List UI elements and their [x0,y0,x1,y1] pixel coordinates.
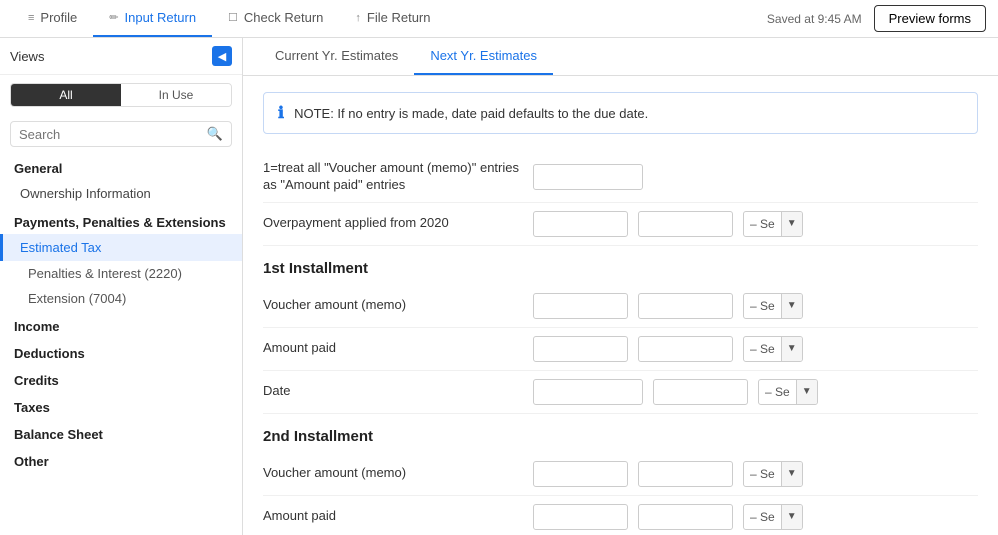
sidebar-item-deductions[interactable]: Deductions [0,338,242,365]
note-text: NOTE: If no entry is made, date paid def… [294,106,648,121]
sidebar-item-ownership[interactable]: Ownership Information [0,180,242,207]
content-area: ℹ NOTE: If no entry is made, date paid d… [243,76,998,535]
voucher-amount-1-row: Voucher amount (memo) – Se ▼ [263,285,978,328]
amount-paid-2-row: Amount paid – Se ▼ [263,496,978,535]
layout: Views ◀ All In Use 🔍 General Ownership I… [0,38,998,535]
search-icon: 🔍 [207,126,223,142]
sidebar-item-penalties[interactable]: Penalties & Interest (2220) [0,261,242,286]
sidebar-nav: General Ownership Information Payments, … [0,153,242,535]
tab-next-estimates[interactable]: Next Yr. Estimates [414,38,553,75]
view-all-button[interactable]: All [11,84,121,106]
voucher-amount-2-se-arrow[interactable]: ▼ [782,462,802,486]
view-toggle: All In Use [10,83,232,107]
voucher-amount-1-se-dropdown[interactable]: – Se ▼ [743,293,803,319]
edit-icon: ✏ [109,11,118,24]
voucher-amount-1-se-label: – Se [744,294,782,318]
search-box: 🔍 [10,121,232,147]
tab-profile[interactable]: ≡ Profile [12,0,93,37]
voucher-amount-2-se-dropdown[interactable]: – Se ▼ [743,461,803,487]
voucher-treat-input[interactable] [533,164,643,190]
amount-paid-1-input-1[interactable] [533,336,628,362]
collapse-icon: ◀ [218,50,226,63]
tab-current-estimates[interactable]: Current Yr. Estimates [259,38,414,75]
sidebar-item-taxes[interactable]: Taxes [0,392,242,419]
date-1-label: Date [263,383,523,400]
voucher-amount-2-label: Voucher amount (memo) [263,465,523,482]
sidebar-header: Views ◀ [0,38,242,75]
note-box: ℹ NOTE: If no entry is made, date paid d… [263,92,978,134]
voucher-amount-2-input-2[interactable] [638,461,733,487]
content-tab-bar: Current Yr. Estimates Next Yr. Estimates [243,38,998,76]
amount-paid-1-input-2[interactable] [638,336,733,362]
sidebar-item-other[interactable]: Other [0,446,242,473]
overpayment-se-dropdown[interactable]: – Se ▼ [743,211,803,237]
voucher-treat-row: 1=treat all "Voucher amount (memo)" entr… [263,152,978,203]
sidebar-item-estimated-tax[interactable]: Estimated Tax [0,234,242,261]
main-content: Current Yr. Estimates Next Yr. Estimates… [243,38,998,535]
sidebar-item-credits[interactable]: Credits [0,365,242,392]
sidebar-item-income[interactable]: Income [0,311,242,338]
tab-file-return[interactable]: ↑ File Return [339,0,446,37]
amount-paid-1-se-label: – Se [744,337,782,361]
amount-paid-2-se-label: – Se [744,505,782,529]
amount-paid-2-input-1[interactable] [533,504,628,530]
preview-forms-button[interactable]: Preview forms [874,5,986,32]
voucher-amount-1-label: Voucher amount (memo) [263,297,523,314]
sidebar-collapse-button[interactable]: ◀ [212,46,232,66]
overpayment-se-label: – Se [744,212,782,236]
view-in-use-button[interactable]: In Use [121,84,231,106]
views-label: Views [10,49,44,64]
voucher-treat-label: 1=treat all "Voucher amount (memo)" entr… [263,160,523,194]
overpayment-input-2[interactable] [638,211,733,237]
voucher-amount-1-input-1[interactable] [533,293,628,319]
nav-right: Saved at 9:45 AM Preview forms [767,5,986,32]
saved-status: Saved at 9:45 AM [767,12,862,26]
sidebar: Views ◀ All In Use 🔍 General Ownership I… [0,38,243,535]
voucher-amount-1-input-2[interactable] [638,293,733,319]
amount-paid-2-input-2[interactable] [638,504,733,530]
amount-paid-1-label: Amount paid [263,340,523,357]
tab-input-return[interactable]: ✏ Input Return [93,0,212,37]
date-1-se-dropdown[interactable]: – Se ▼ [758,379,818,405]
date-1-row: Date – Se ▼ [263,371,978,414]
amount-paid-2-label: Amount paid [263,508,523,525]
sidebar-item-payments[interactable]: Payments, Penalties & Extensions [0,207,242,234]
sidebar-item-balance-sheet[interactable]: Balance Sheet [0,419,242,446]
date-1-input-1[interactable] [533,379,643,405]
amount-paid-2-se-dropdown[interactable]: – Se ▼ [743,504,803,530]
date-1-se-arrow[interactable]: ▼ [797,380,817,404]
amount-paid-1-se-arrow[interactable]: ▼ [782,337,802,361]
voucher-amount-2-input-1[interactable] [533,461,628,487]
amount-paid-1-se-dropdown[interactable]: – Se ▼ [743,336,803,362]
voucher-amount-2-row: Voucher amount (memo) – Se ▼ [263,453,978,496]
section-1st-installment: 1st Installment [263,246,978,285]
overpayment-input-1[interactable] [533,211,628,237]
top-nav: ≡ Profile ✏ Input Return ☐ Check Return … [0,0,998,38]
voucher-amount-2-se-label: – Se [744,462,782,486]
date-1-se-label: – Se [759,380,797,404]
info-icon: ℹ [278,103,284,123]
upload-icon: ↑ [355,12,361,24]
overpayment-label: Overpayment applied from 2020 [263,215,523,232]
amount-paid-1-row: Amount paid – Se ▼ [263,328,978,371]
overpayment-row: Overpayment applied from 2020 – Se ▼ [263,203,978,246]
overpayment-se-arrow[interactable]: ▼ [782,212,802,236]
voucher-amount-1-se-arrow[interactable]: ▼ [782,294,802,318]
sidebar-item-general[interactable]: General [0,153,242,180]
sidebar-item-extension[interactable]: Extension (7004) [0,286,242,311]
search-input[interactable] [19,127,201,142]
profile-icon: ≡ [28,12,34,24]
section-2nd-installment: 2nd Installment [263,414,978,453]
amount-paid-2-se-arrow[interactable]: ▼ [782,505,802,529]
check-icon: ☐ [228,11,238,24]
tab-check-return[interactable]: ☐ Check Return [212,0,339,37]
date-1-input-2[interactable] [653,379,748,405]
